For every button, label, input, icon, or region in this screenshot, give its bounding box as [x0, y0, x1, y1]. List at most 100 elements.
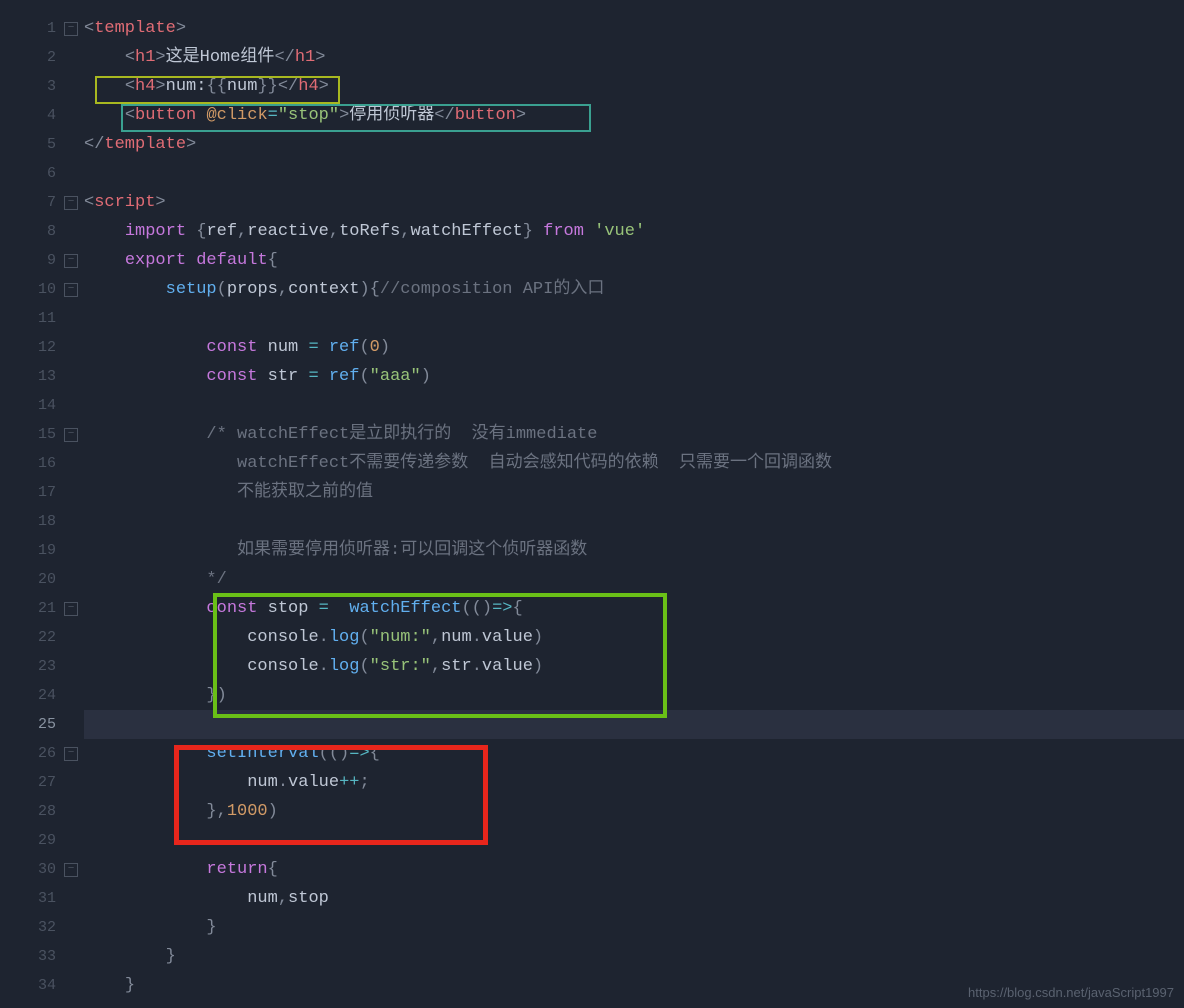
code-line[interactable]: watchEffect不需要传递参数 自动会感知代码的依赖 只需要一个回调函数 — [84, 449, 1184, 478]
gutter-row: 23 — [0, 652, 84, 681]
line-number: 32 — [18, 919, 56, 936]
fold-toggle-icon[interactable]: − — [64, 254, 78, 268]
line-number: 30 — [18, 861, 56, 878]
gutter-row: 11 — [0, 304, 84, 333]
fold-toggle-icon[interactable]: − — [64, 22, 78, 36]
code-line[interactable]: const str = ref("aaa") — [84, 362, 1184, 391]
line-number: 4 — [18, 107, 56, 124]
line-number: 18 — [18, 513, 56, 530]
code-line[interactable]: num.value++; — [84, 768, 1184, 797]
line-number: 24 — [18, 687, 56, 704]
fold-toggle-icon[interactable]: − — [64, 602, 78, 616]
line-number: 15 — [18, 426, 56, 443]
gutter-row: 2 — [0, 43, 84, 72]
code-line[interactable]: 如果需要停用侦听器:可以回调这个侦听器函数 — [84, 536, 1184, 565]
code-line[interactable]: } — [84, 913, 1184, 942]
code-line[interactable]: <script> — [84, 188, 1184, 217]
watermark: https://blog.csdn.net/javaScript1997 — [968, 985, 1174, 1000]
code-line[interactable] — [84, 159, 1184, 188]
line-number: 13 — [18, 368, 56, 385]
gutter-row: 5 — [0, 130, 84, 159]
line-gutter: 1−234567−89−10−1112131415−161718192021−2… — [0, 0, 84, 1008]
code-line[interactable]: }) — [84, 681, 1184, 710]
code-line[interactable]: <h1>这是Home组件</h1> — [84, 43, 1184, 72]
code-line[interactable]: setInterval(()=>{ — [84, 739, 1184, 768]
gutter-row: 4 — [0, 101, 84, 130]
gutter-row: 16 — [0, 449, 84, 478]
fold-toggle-icon[interactable]: − — [64, 196, 78, 210]
code-line[interactable]: console.log("str:",str.value) — [84, 652, 1184, 681]
code-line[interactable]: console.log("num:",num.value) — [84, 623, 1184, 652]
code-line[interactable]: return{ — [84, 855, 1184, 884]
code-line[interactable]: import {ref,reactive,toRefs,watchEffect}… — [84, 217, 1184, 246]
gutter-row: 32 — [0, 913, 84, 942]
code-line[interactable]: */ — [84, 565, 1184, 594]
line-number: 19 — [18, 542, 56, 559]
line-number: 33 — [18, 948, 56, 965]
line-number: 9 — [18, 252, 56, 269]
gutter-row: 3 — [0, 72, 84, 101]
code-line[interactable]: num,stop — [84, 884, 1184, 913]
gutter-row: 31 — [0, 884, 84, 913]
line-number: 16 — [18, 455, 56, 472]
code-line[interactable]: },1000) — [84, 797, 1184, 826]
gutter-row: 19 — [0, 536, 84, 565]
gutter-row: 14 — [0, 391, 84, 420]
gutter-row: 7− — [0, 188, 84, 217]
line-number: 21 — [18, 600, 56, 617]
code-editor[interactable]: 1−234567−89−10−1112131415−161718192021−2… — [0, 0, 1184, 1008]
code-line[interactable]: <button @click="stop">停用侦听器</button> — [84, 101, 1184, 130]
code-area[interactable]: <template> <h1>这是Home组件</h1> <h4>num:{{n… — [84, 0, 1184, 1008]
gutter-row: 22 — [0, 623, 84, 652]
line-number: 12 — [18, 339, 56, 356]
gutter-row: 8 — [0, 217, 84, 246]
gutter-row: 18 — [0, 507, 84, 536]
gutter-row: 27 — [0, 768, 84, 797]
line-number: 34 — [18, 977, 56, 994]
gutter-row: 6 — [0, 159, 84, 188]
line-number: 6 — [18, 165, 56, 182]
code-line[interactable]: /* watchEffect是立即执行的 没有immediate — [84, 420, 1184, 449]
code-line[interactable] — [84, 304, 1184, 333]
code-line[interactable]: <h4>num:{{num}}</h4> — [84, 72, 1184, 101]
code-line[interactable]: const stop = watchEffect(()=>{ — [84, 594, 1184, 623]
code-line[interactable] — [84, 710, 1184, 739]
fold-toggle-icon[interactable]: − — [64, 428, 78, 442]
code-line[interactable] — [84, 826, 1184, 855]
line-number: 31 — [18, 890, 56, 907]
line-number: 8 — [18, 223, 56, 240]
line-number: 5 — [18, 136, 56, 153]
gutter-row: 28 — [0, 797, 84, 826]
fold-toggle-icon[interactable]: − — [64, 747, 78, 761]
gutter-row: 34 — [0, 971, 84, 1000]
line-number: 26 — [18, 745, 56, 762]
code-line[interactable]: export default{ — [84, 246, 1184, 275]
code-line[interactable]: } — [84, 942, 1184, 971]
gutter-row: 10− — [0, 275, 84, 304]
code-line[interactable]: </template> — [84, 130, 1184, 159]
gutter-row: 24 — [0, 681, 84, 710]
line-number: 20 — [18, 571, 56, 588]
gutter-row: 33 — [0, 942, 84, 971]
fold-toggle-icon[interactable]: − — [64, 283, 78, 297]
fold-toggle-icon[interactable]: − — [64, 863, 78, 877]
code-line[interactable] — [84, 507, 1184, 536]
gutter-row: 30− — [0, 855, 84, 884]
line-number: 22 — [18, 629, 56, 646]
gutter-row: 29 — [0, 826, 84, 855]
gutter-row: 15− — [0, 420, 84, 449]
line-number: 2 — [18, 49, 56, 66]
line-number: 17 — [18, 484, 56, 501]
gutter-row: 13 — [0, 362, 84, 391]
line-number: 11 — [18, 310, 56, 327]
code-line[interactable]: setup(props,context){//composition API的入… — [84, 275, 1184, 304]
gutter-row: 21− — [0, 594, 84, 623]
line-number: 25 — [18, 716, 56, 733]
code-line[interactable]: <template> — [84, 14, 1184, 43]
code-line[interactable]: const num = ref(0) — [84, 333, 1184, 362]
code-line[interactable]: 不能获取之前的值 — [84, 478, 1184, 507]
code-line[interactable] — [84, 391, 1184, 420]
line-number: 3 — [18, 78, 56, 95]
gutter-row: 20 — [0, 565, 84, 594]
gutter-row: 12 — [0, 333, 84, 362]
